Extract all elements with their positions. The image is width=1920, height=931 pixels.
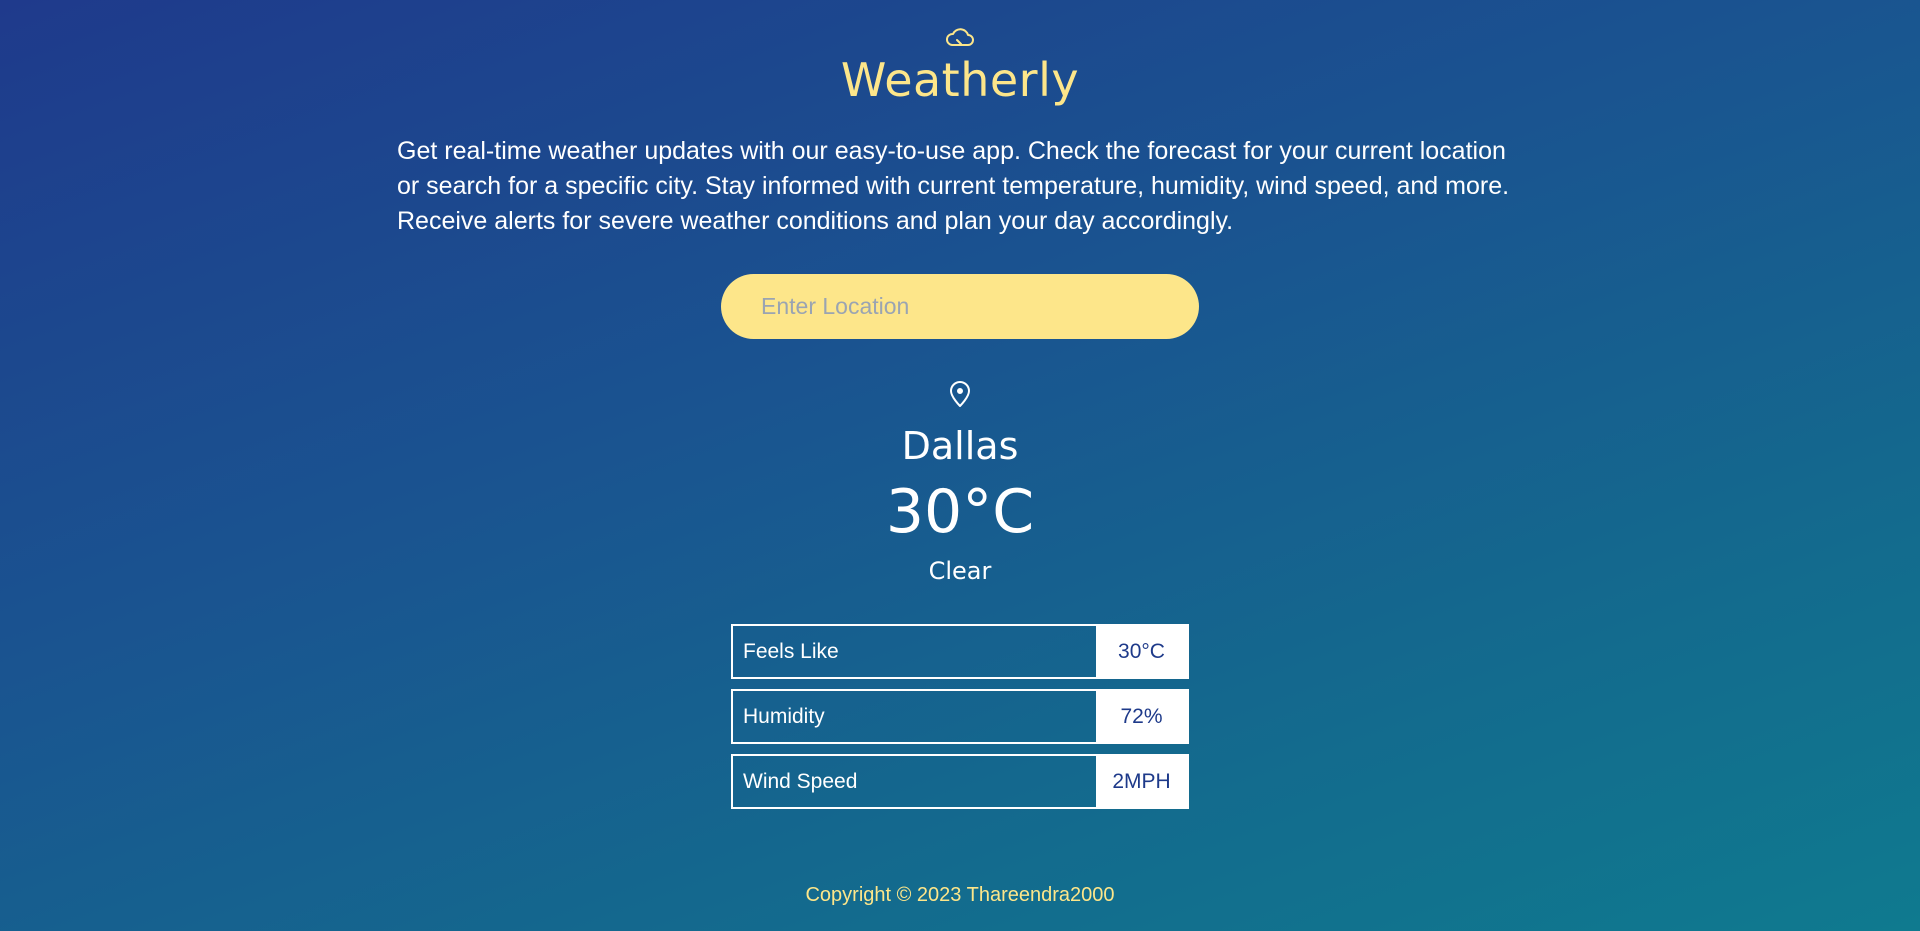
stat-row-humidity: Humidity 72% [731,689,1189,744]
app-title: Weatherly [840,53,1080,107]
map-pin-icon [947,380,973,408]
search-container [721,274,1199,339]
stat-value: 72% [1096,691,1187,742]
current-weather: Dallas 30°C Clear [0,380,1920,585]
cloud-icon [944,24,976,50]
temperature: 30°C [885,477,1035,547]
location-search-input[interactable] [721,274,1199,339]
stat-row-wind-speed: Wind Speed 2MPH [731,754,1189,809]
app-header: Weatherly [0,24,1920,107]
stat-label: Wind Speed [743,769,858,793]
app-description: Get real-time weather updates with our e… [397,137,1510,235]
copyright-footer: Copyright © 2023 Thareendra2000 [805,884,1115,906]
weather-stats: Feels Like 30°C Humidity 72% Wind Speed … [731,624,1189,819]
stat-row-feels-like: Feels Like 30°C [731,624,1189,679]
stat-value: 30°C [1096,626,1187,677]
weather-condition: Clear [928,557,992,585]
city-name: Dallas [901,424,1019,468]
stat-label: Humidity [743,704,825,728]
stat-value: 2MPH [1096,756,1187,807]
stat-label: Feels Like [743,639,839,663]
